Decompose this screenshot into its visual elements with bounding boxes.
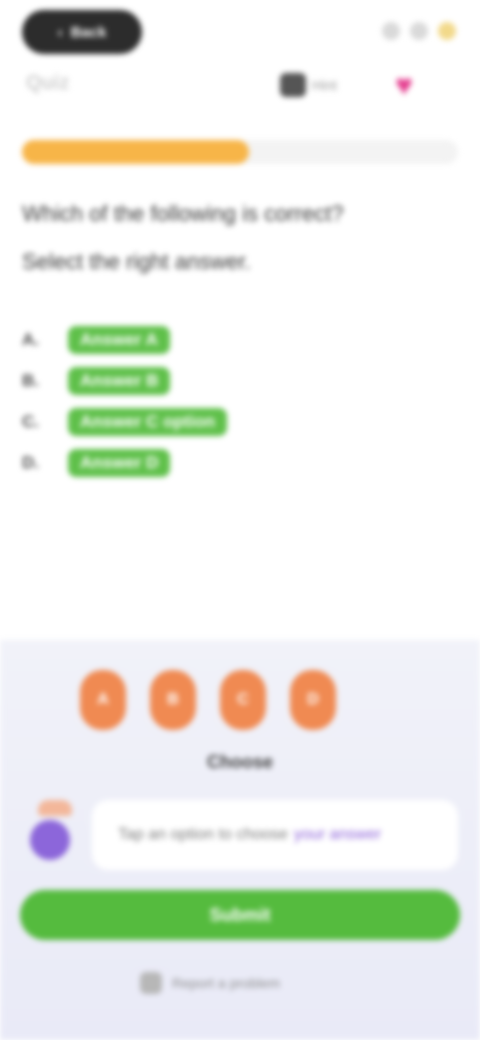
page-title: Quiz bbox=[26, 72, 70, 94]
status-dot bbox=[438, 22, 456, 40]
option-key: B. bbox=[22, 371, 39, 390]
option-key: C. bbox=[22, 412, 39, 431]
option-value: Answer A bbox=[68, 326, 170, 354]
option-d[interactable]: D. Answer D bbox=[22, 443, 322, 483]
status-dot bbox=[410, 22, 428, 40]
answer-tokens: A B C D bbox=[80, 670, 336, 730]
report-icon bbox=[140, 972, 162, 994]
token-label: B bbox=[167, 691, 179, 708]
submit-label: Submit bbox=[209, 904, 271, 925]
heart-icon: ♥ bbox=[395, 69, 413, 102]
mascot-speech-bubble: Tap an option to choose your answer bbox=[92, 800, 458, 870]
submit-button[interactable]: Submit bbox=[20, 890, 460, 940]
token-label: C bbox=[237, 691, 249, 708]
speech-text: Tap an option to choose bbox=[118, 826, 288, 843]
progress-bar bbox=[22, 140, 458, 164]
token-c[interactable]: C bbox=[220, 670, 266, 730]
option-value: Answer D bbox=[68, 449, 171, 477]
back-button[interactable]: ‹ Back bbox=[22, 10, 142, 54]
top-bar: ‹ Back Quiz Hint ♥ bbox=[0, 0, 480, 120]
report-link[interactable]: Report a problem bbox=[140, 972, 340, 994]
question-line-2: Select the right answer. bbox=[22, 249, 251, 274]
token-b[interactable]: B bbox=[150, 670, 196, 730]
mascot-hat bbox=[38, 800, 72, 816]
speech-highlight: your answer bbox=[293, 826, 382, 843]
progress-fill bbox=[22, 140, 249, 164]
tokens-caption: Choose bbox=[206, 752, 273, 772]
hint-button[interactable]: Hint bbox=[280, 68, 360, 102]
token-label: A bbox=[97, 691, 109, 708]
hint-label: Hint bbox=[312, 77, 337, 93]
question-text: Which of the following is correct? Selec… bbox=[22, 190, 452, 286]
hint-icon bbox=[280, 73, 306, 97]
option-b[interactable]: B. Answer B bbox=[22, 361, 322, 401]
status-dot bbox=[382, 22, 400, 40]
option-value: Answer C option bbox=[68, 408, 228, 436]
answer-panel: A B C D Choose Tap an option to choose y… bbox=[0, 640, 480, 1040]
back-label: Back bbox=[70, 23, 107, 41]
status-indicators bbox=[382, 22, 456, 40]
favorite-button[interactable]: ♥ bbox=[384, 66, 424, 106]
option-c[interactable]: C. Answer C option bbox=[22, 402, 322, 442]
options-list: A. Answer A B. Answer B C. Answer C opti… bbox=[22, 320, 322, 484]
option-key: A. bbox=[22, 330, 39, 349]
mascot-head bbox=[30, 820, 70, 860]
mascot-avatar bbox=[22, 798, 80, 868]
report-label: Report a problem bbox=[172, 975, 281, 991]
option-value: Answer B bbox=[68, 367, 171, 395]
option-key: D. bbox=[22, 453, 39, 472]
back-icon: ‹ bbox=[57, 23, 63, 41]
question-line-1: Which of the following is correct? bbox=[22, 201, 344, 226]
token-d[interactable]: D bbox=[290, 670, 336, 730]
token-label: D bbox=[307, 691, 319, 708]
option-a[interactable]: A. Answer A bbox=[22, 320, 322, 360]
token-a[interactable]: A bbox=[80, 670, 126, 730]
